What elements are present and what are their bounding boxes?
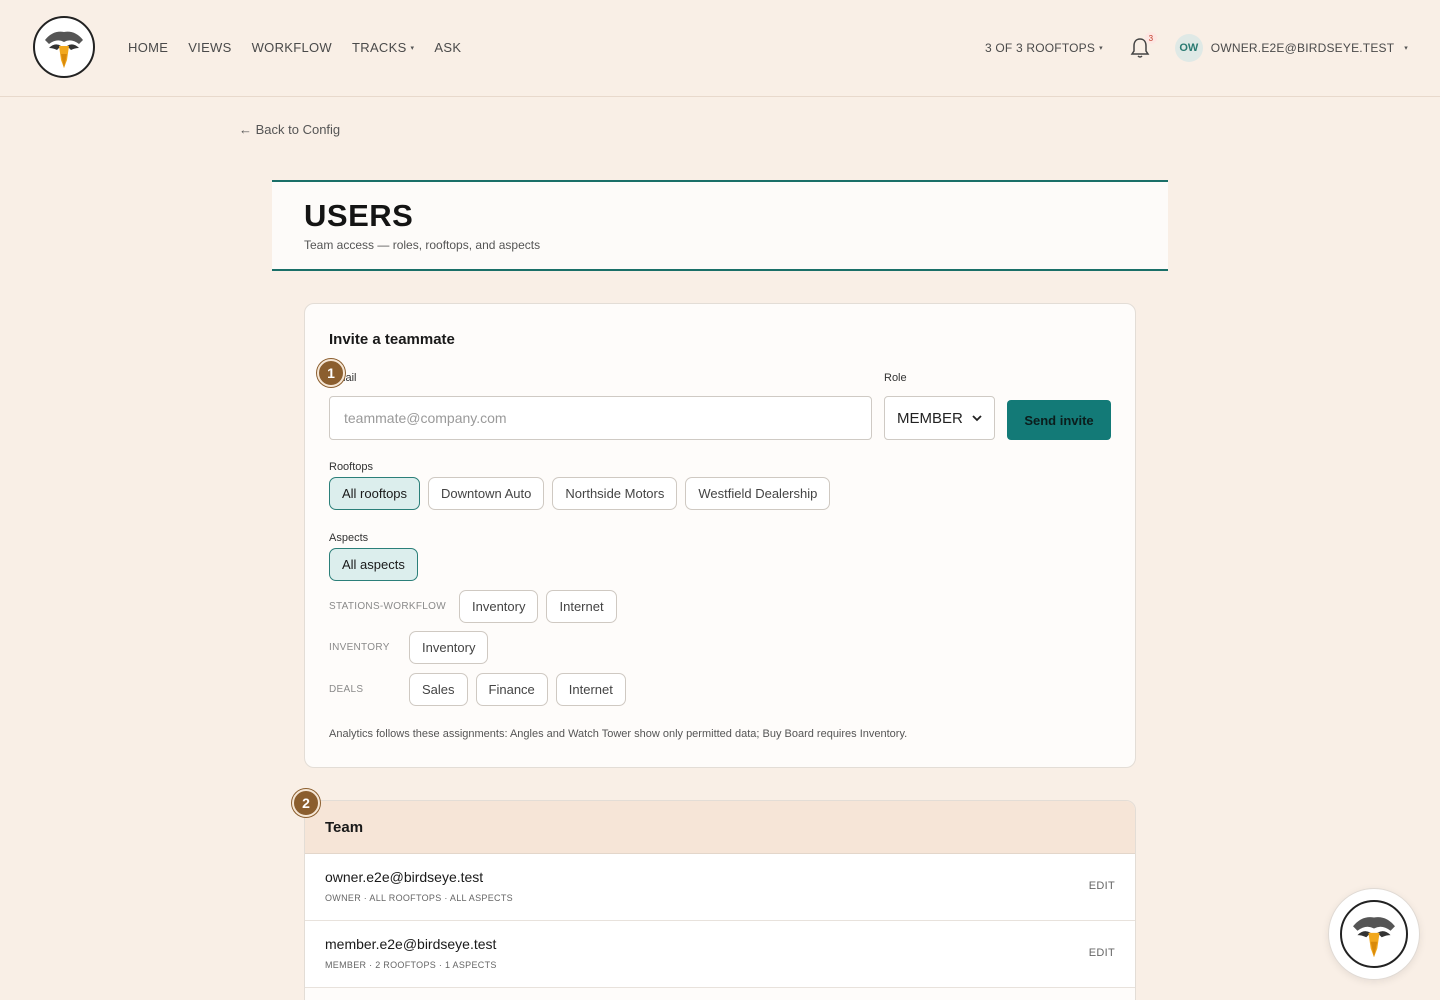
chip-stations-inventory[interactable]: Inventory <box>459 590 539 623</box>
aspect-group-stations-workflow: STATIONS-WORKFLOW Inventory Internet <box>329 590 617 623</box>
chip-downtown-auto[interactable]: Downtown Auto <box>428 477 545 510</box>
send-invite-button[interactable]: Send invite <box>1007 400 1111 440</box>
chevron-down-icon: ▾ <box>410 44 415 52</box>
nav-home[interactable]: HOME <box>128 40 168 55</box>
rooftops-chip-row: All rooftops Downtown Auto Northside Mot… <box>329 477 831 510</box>
chevron-down-icon: ▾ <box>1404 45 1408 52</box>
chevron-down-icon: ▾ <box>1099 45 1103 52</box>
nav-views[interactable]: VIEWS <box>188 40 231 55</box>
chip-deals-sales[interactable]: Sales <box>409 673 468 706</box>
analytics-note: Analytics follows these assignments: Ang… <box>329 728 908 740</box>
invite-heading: Invite a teammate <box>329 331 455 348</box>
nav-workflow-label: WORKFLOW <box>251 40 333 55</box>
page-header: USERS Team access — roles, rooftops, and… <box>272 180 1168 271</box>
team-member-meta: OWNER · ALL ROOFTOPS · ALL ASPECTS <box>325 893 513 903</box>
team-card: Team owner.e2e@birdseye.test OWNER · ALL… <box>304 800 1136 1000</box>
chip-inventory-inventory[interactable]: Inventory <box>409 631 489 664</box>
step-badge-2: 2 <box>292 789 320 817</box>
nav-home-label: HOME <box>128 40 169 55</box>
chip-stations-internet[interactable]: Internet <box>546 590 617 623</box>
aspects-label: Aspects <box>329 532 369 544</box>
nav-tracks[interactable]: TRACKS ▾ <box>352 40 414 55</box>
edit-button[interactable]: EDIT <box>1089 947 1115 959</box>
assistant-button[interactable] <box>1328 888 1420 980</box>
chip-northside-motors[interactable]: Northside Motors <box>552 477 678 510</box>
page-subtitle: Team access — roles, rooftops, and aspec… <box>304 238 541 252</box>
role-select[interactable]: MEMBER <box>884 396 995 440</box>
role-label: Role <box>884 372 907 384</box>
rooftops-label: Rooftops <box>329 461 374 473</box>
page-title: USERS <box>304 198 414 233</box>
user-menu[interactable]: OWNER.E2E@BIRDSEYE.TEST ▾ <box>1211 41 1408 55</box>
chip-deals-finance[interactable]: Finance <box>475 673 548 706</box>
header-right: 3 OF 3 ROOFTOPS ▾ 3 OW OWNER.E2E@BIRDSEY… <box>985 30 1408 66</box>
nav-workflow[interactable]: WORKFLOW <box>252 40 332 55</box>
chip-all-aspects[interactable]: All aspects <box>329 548 418 581</box>
avatar[interactable]: OW <box>1174 34 1203 62</box>
nav-ask-label: ASK <box>434 40 462 55</box>
table-row: owner.e2e@birdseye.test OWNER · ALL ROOF… <box>305 854 1135 921</box>
nav-views-label: VIEWS <box>188 40 232 55</box>
table-row: member.e2e@birdseye.test MEMBER · 2 ROOF… <box>305 921 1135 988</box>
eagle-logo-icon <box>1340 900 1408 968</box>
team-member-email: member.e2e@birdseye.test <box>325 936 497 952</box>
back-to-config-link[interactable]: ← Back to Config <box>239 122 340 137</box>
top-nav-bar: HOME VIEWS WORKFLOW TRACKS ▾ ASK 3 OF 3 R… <box>0 0 1440 97</box>
all-aspects-row: All aspects <box>329 548 418 581</box>
main-nav: HOME VIEWS WORKFLOW TRACKS ▾ ASK <box>128 40 481 55</box>
team-member-meta: MEMBER · 2 ROOFTOPS · 1 ASPECTS <box>325 960 497 970</box>
team-header: Team <box>305 801 1135 854</box>
nav-ask[interactable]: ASK <box>434 40 461 55</box>
aspect-group-deals: DEALS Sales Finance Internet <box>329 673 626 706</box>
invite-card: Invite a teammate Email 1 Role MEMBER Se… <box>304 303 1136 768</box>
eagle-logo-icon[interactable] <box>33 16 95 78</box>
rooftop-selector-label: 3 OF 3 ROOFTOPS <box>984 41 1096 55</box>
aspect-group-inventory: INVENTORY Inventory <box>329 631 489 664</box>
nav-tracks-label: TRACKS <box>352 40 407 55</box>
chip-westfield-dealership[interactable]: Westfield Dealership <box>685 477 831 510</box>
aspect-group-label: STATIONS-WORKFLOW <box>329 601 446 612</box>
aspect-group-label: INVENTORY <box>329 642 390 653</box>
aspect-group-label: DEALS <box>329 684 364 695</box>
notification-badge: 3 <box>1144 32 1157 44</box>
chip-deals-internet[interactable]: Internet <box>555 673 626 706</box>
chip-all-rooftops[interactable]: All rooftops <box>329 477 421 510</box>
user-email-label: OWNER.E2E@BIRDSEYE.TEST <box>1210 41 1395 55</box>
edit-button[interactable]: EDIT <box>1089 880 1115 892</box>
chevron-down-icon <box>972 414 982 421</box>
team-heading: Team <box>325 818 364 836</box>
bell-icon[interactable]: 3 <box>1129 32 1157 60</box>
team-member-email: owner.e2e@birdseye.test <box>325 869 484 885</box>
email-field[interactable] <box>329 396 872 440</box>
step-badge-1: 1 <box>317 359 345 387</box>
rooftop-selector[interactable]: 3 OF 3 ROOFTOPS ▾ <box>985 41 1103 55</box>
role-select-value: MEMBER <box>897 409 963 427</box>
